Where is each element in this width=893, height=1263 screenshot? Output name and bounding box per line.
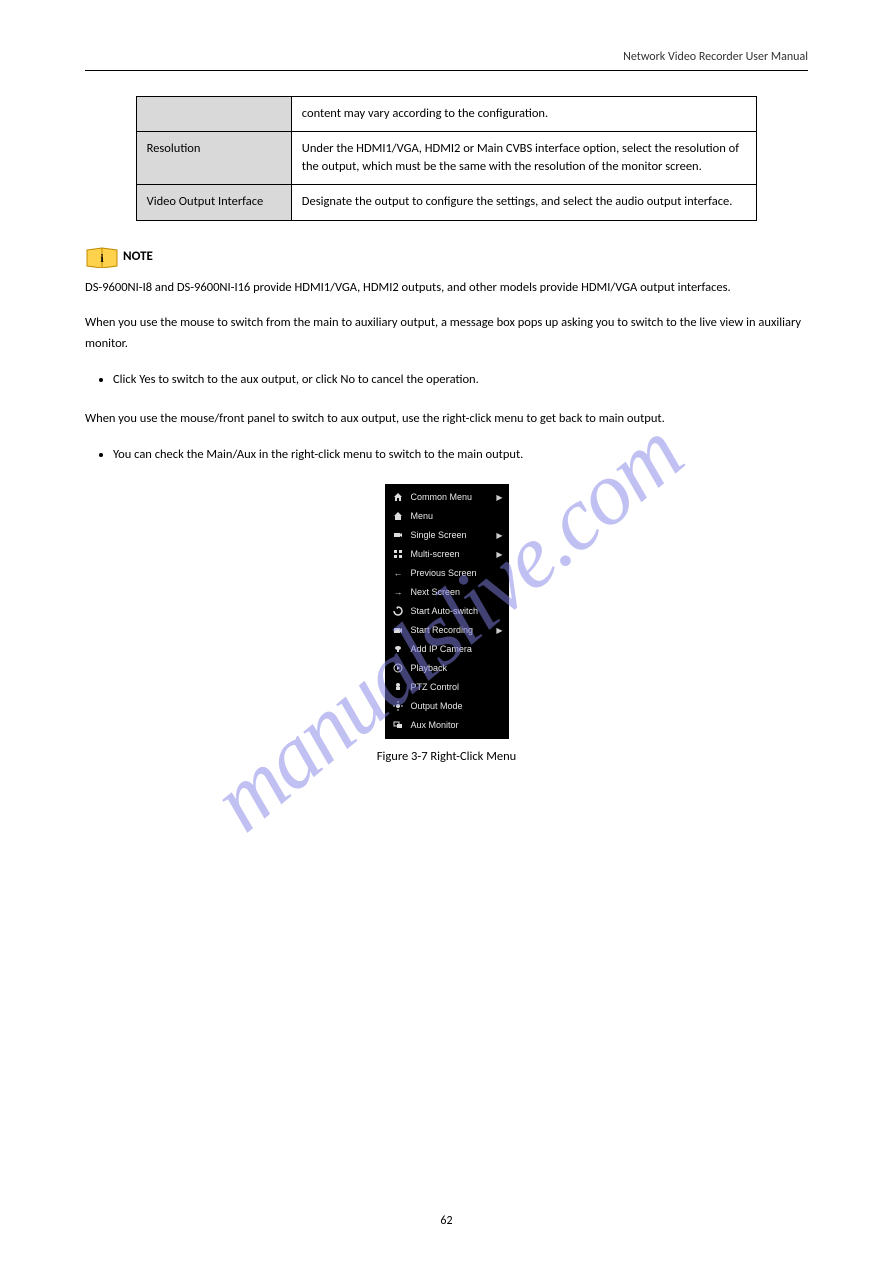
menu-item-output-mode[interactable]: Output Mode bbox=[385, 697, 509, 716]
chevron-right-icon: ▶ bbox=[496, 626, 502, 635]
bullet-list: You can check the Main/Aux in the right-… bbox=[113, 444, 808, 465]
table-row: Resolution Under the HDMI1/VGA, HDMI2 or… bbox=[136, 132, 757, 185]
menu-item-aux-monitor[interactable]: Aux Monitor bbox=[385, 716, 509, 735]
menu-item-playback[interactable]: Playback bbox=[385, 659, 509, 678]
table-label: Video Output Interface bbox=[136, 185, 291, 220]
sun-icon bbox=[393, 701, 404, 712]
menu-label: Aux Monitor bbox=[411, 720, 503, 730]
ptz-icon bbox=[393, 682, 404, 693]
menu-label: Menu bbox=[411, 511, 503, 521]
menu-label: Add IP Camera bbox=[411, 644, 503, 654]
table-label: Resolution bbox=[136, 132, 291, 185]
cycle-icon bbox=[393, 606, 404, 617]
note-icon: i bbox=[85, 246, 119, 268]
menu-label: Next Screen bbox=[411, 587, 503, 597]
page-number: 62 bbox=[0, 1214, 893, 1228]
menu-label: Multi-screen bbox=[411, 549, 490, 559]
paragraph: When you use the mouse to switch from th… bbox=[85, 313, 808, 354]
list-item: You can check the Main/Aux in the right-… bbox=[113, 444, 808, 465]
header-title: Network Video Recorder User Manual bbox=[623, 50, 808, 64]
note-callout: i NOTE bbox=[85, 246, 808, 268]
table-value: content may vary according to the config… bbox=[291, 97, 757, 132]
menu-item-next-screen[interactable]: → Next Screen bbox=[385, 583, 509, 602]
chevron-right-icon: ▶ bbox=[496, 493, 502, 502]
spec-table: content may vary according to the config… bbox=[136, 96, 758, 221]
menu-item-auto-switch[interactable]: Start Auto-switch bbox=[385, 602, 509, 621]
menu-item-multi-screen[interactable]: Multi-screen ▶ bbox=[385, 545, 509, 564]
table-row: Video Output Interface Designate the out… bbox=[136, 185, 757, 220]
figure-caption: Figure 3-7 Right-Click Menu bbox=[85, 749, 808, 764]
menu-item-start-recording[interactable]: Start Recording ▶ bbox=[385, 621, 509, 640]
list-item: Click Yes to switch to the aux output, o… bbox=[113, 369, 808, 390]
bullet-list: Click Yes to switch to the aux output, o… bbox=[113, 369, 808, 390]
page-header: Network Video Recorder User Manual bbox=[85, 50, 808, 71]
menu-label: Start Auto-switch bbox=[411, 606, 503, 616]
table-value: Under the HDMI1/VGA, HDMI2 or Main CVBS … bbox=[291, 132, 757, 185]
note-label: NOTE bbox=[123, 249, 153, 264]
camera-icon bbox=[393, 530, 404, 541]
menu-item-previous-screen[interactable]: ← Previous Screen bbox=[385, 564, 509, 583]
chevron-right-icon: ▶ bbox=[496, 550, 502, 559]
menu-label: Previous Screen bbox=[411, 568, 503, 578]
menu-label: Playback bbox=[411, 663, 503, 673]
menu-item-menu[interactable]: Menu bbox=[385, 507, 509, 526]
context-menu: Common Menu ▶ Menu Single Screen ▶ Multi… bbox=[385, 484, 509, 739]
page-container: Network Video Recorder User Manual conte… bbox=[0, 0, 893, 764]
record-icon bbox=[393, 625, 404, 636]
paragraph: DS-9600NI-I8 and DS-9600NI-I16 provide H… bbox=[85, 278, 808, 299]
table-value: Designate the output to configure the se… bbox=[291, 185, 757, 220]
menu-item-add-ip-camera[interactable]: Add IP Camera bbox=[385, 640, 509, 659]
chevron-right-icon: ▶ bbox=[496, 531, 502, 540]
ipcam-icon bbox=[393, 644, 404, 655]
menu-label: PTZ Control bbox=[411, 682, 503, 692]
table-label bbox=[136, 97, 291, 132]
figure-container: Common Menu ▶ Menu Single Screen ▶ Multi… bbox=[85, 484, 808, 764]
menu-item-ptz-control[interactable]: PTZ Control bbox=[385, 678, 509, 697]
menu-label: Single Screen bbox=[411, 530, 490, 540]
home-roof-icon bbox=[393, 492, 404, 503]
menu-label: Common Menu bbox=[411, 492, 490, 502]
menu-label: Start Recording bbox=[411, 625, 490, 635]
play-icon bbox=[393, 663, 404, 674]
home-icon bbox=[393, 511, 404, 522]
menu-label: Output Mode bbox=[411, 701, 503, 711]
aux-monitor-icon bbox=[393, 720, 404, 731]
menu-item-single-screen[interactable]: Single Screen ▶ bbox=[385, 526, 509, 545]
table-row: content may vary according to the config… bbox=[136, 97, 757, 132]
menu-item-common[interactable]: Common Menu ▶ bbox=[385, 488, 509, 507]
arrow-left-icon: ← bbox=[393, 568, 404, 579]
paragraph: When you use the mouse/front panel to sw… bbox=[85, 409, 808, 430]
arrow-right-icon: → bbox=[393, 587, 404, 598]
grid-icon bbox=[393, 549, 404, 560]
